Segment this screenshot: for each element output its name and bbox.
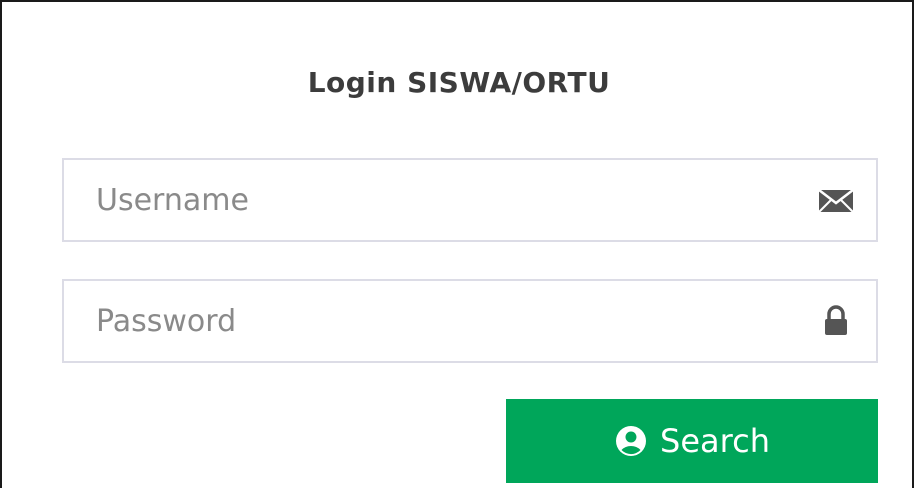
username-input[interactable] <box>64 160 784 240</box>
envelope-icon <box>818 189 854 213</box>
password-input[interactable] <box>64 281 784 361</box>
password-field[interactable] <box>62 279 878 363</box>
login-panel: Login SISWA/ORTU Search <box>0 0 914 488</box>
search-button[interactable]: Search <box>506 399 878 483</box>
username-field[interactable] <box>62 158 878 242</box>
page-title: Login SISWA/ORTU <box>307 66 611 99</box>
search-button-label: Search <box>660 422 770 460</box>
lock-icon <box>825 305 847 335</box>
user-circle-icon <box>616 426 647 456</box>
